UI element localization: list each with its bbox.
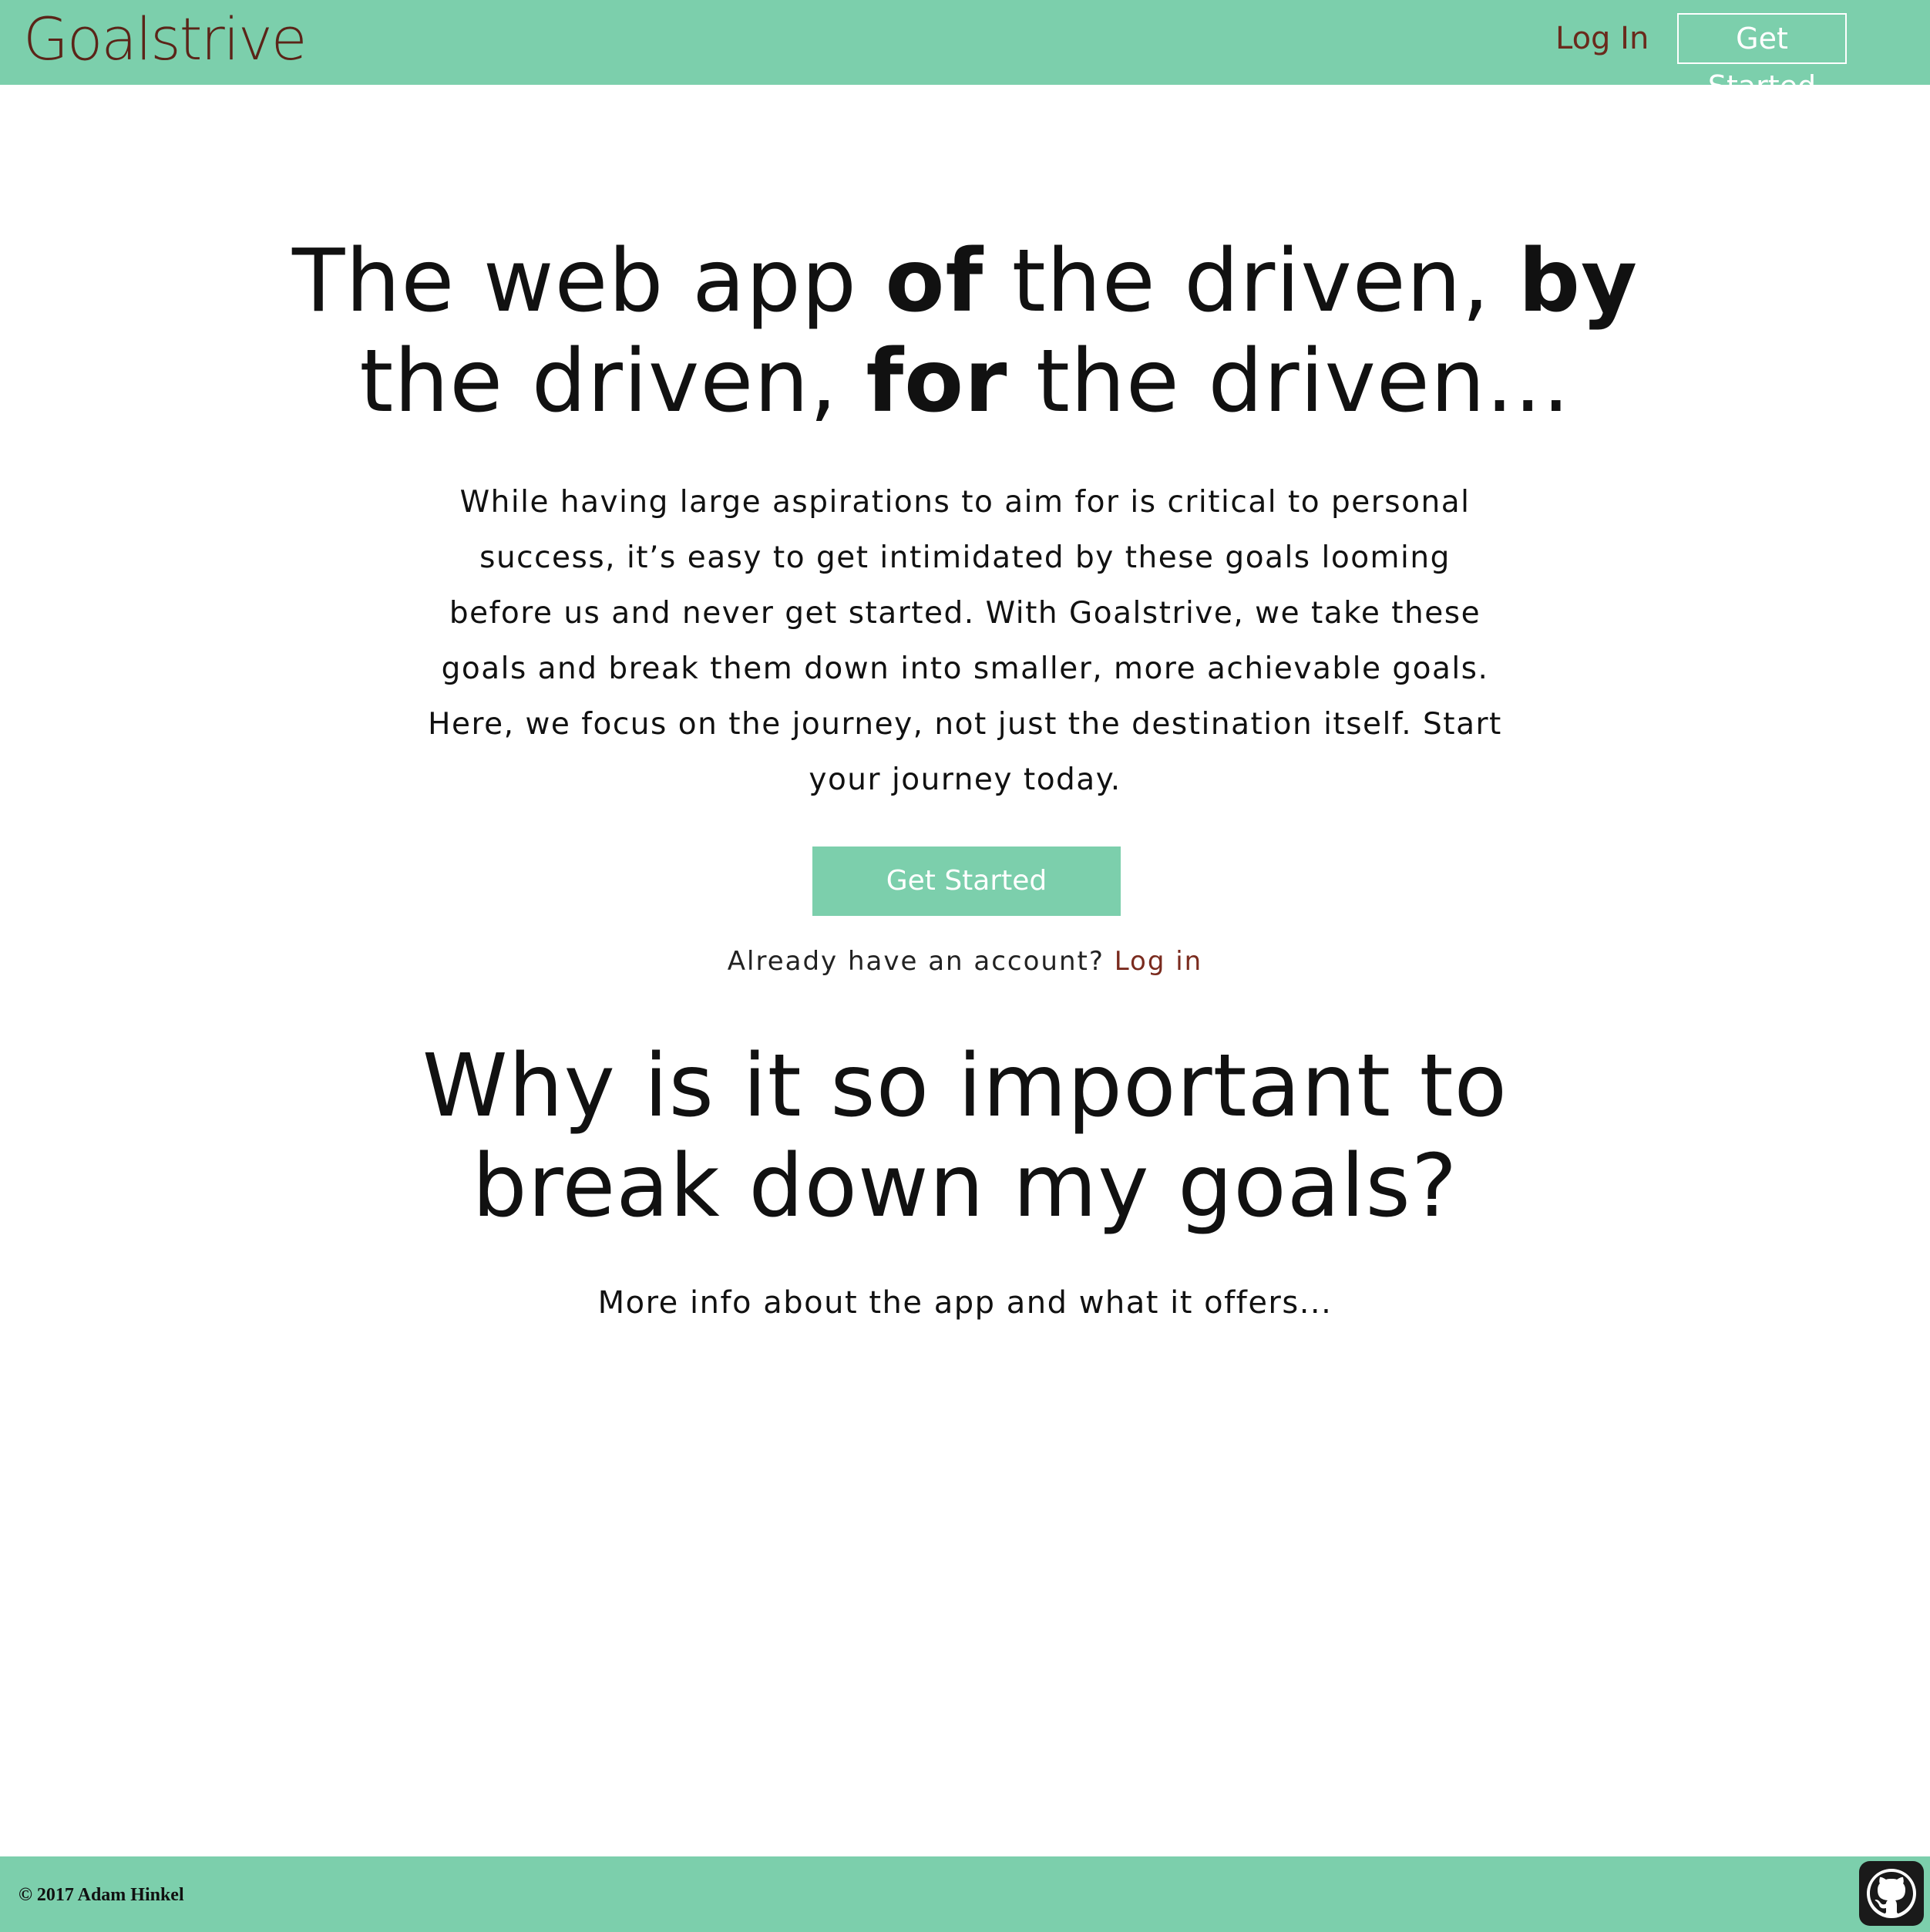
hero-title-emphasis-by: by (1518, 231, 1639, 332)
get-started-button[interactable]: Get Started (812, 847, 1121, 916)
hero-description: While having large aspirations to aim fo… (428, 485, 1502, 797)
nav-login-link[interactable]: Log In (1555, 17, 1649, 60)
brand-logo[interactable]: Goalstrive (23, 5, 308, 74)
info-heading: Why is it so important to break down my … (422, 1036, 1508, 1237)
hero-title-emphasis-of: of (885, 231, 984, 332)
github-link[interactable] (1859, 1861, 1924, 1926)
hero-title: The web app of the driven, by the driven… (271, 231, 1659, 432)
github-icon (1859, 1861, 1924, 1926)
hero-title-part: the driven, (359, 332, 866, 432)
info-text: More info about the app and what it offe… (597, 1285, 1333, 1321)
copyright-text: © 2017 Adam Hinkel (18, 1885, 184, 1905)
nav-get-started-button[interactable]: Get Started (1677, 13, 1847, 103)
account-prompt-text: Already have an account? (727, 946, 1105, 977)
account-login-link[interactable]: Log in (1115, 946, 1203, 977)
hero-title-part: the driven, (983, 231, 1518, 332)
footer: © 2017 Adam Hinkel (0, 1856, 1930, 1932)
account-prompt: Already have an account? Log in (580, 942, 1350, 981)
hero-title-part: The web app (291, 231, 886, 332)
hero-title-part: the driven... (1007, 332, 1571, 432)
top-navbar: Goalstrive Log In Get Started (0, 0, 1930, 103)
hero-title-emphasis-for: for (866, 332, 1008, 432)
